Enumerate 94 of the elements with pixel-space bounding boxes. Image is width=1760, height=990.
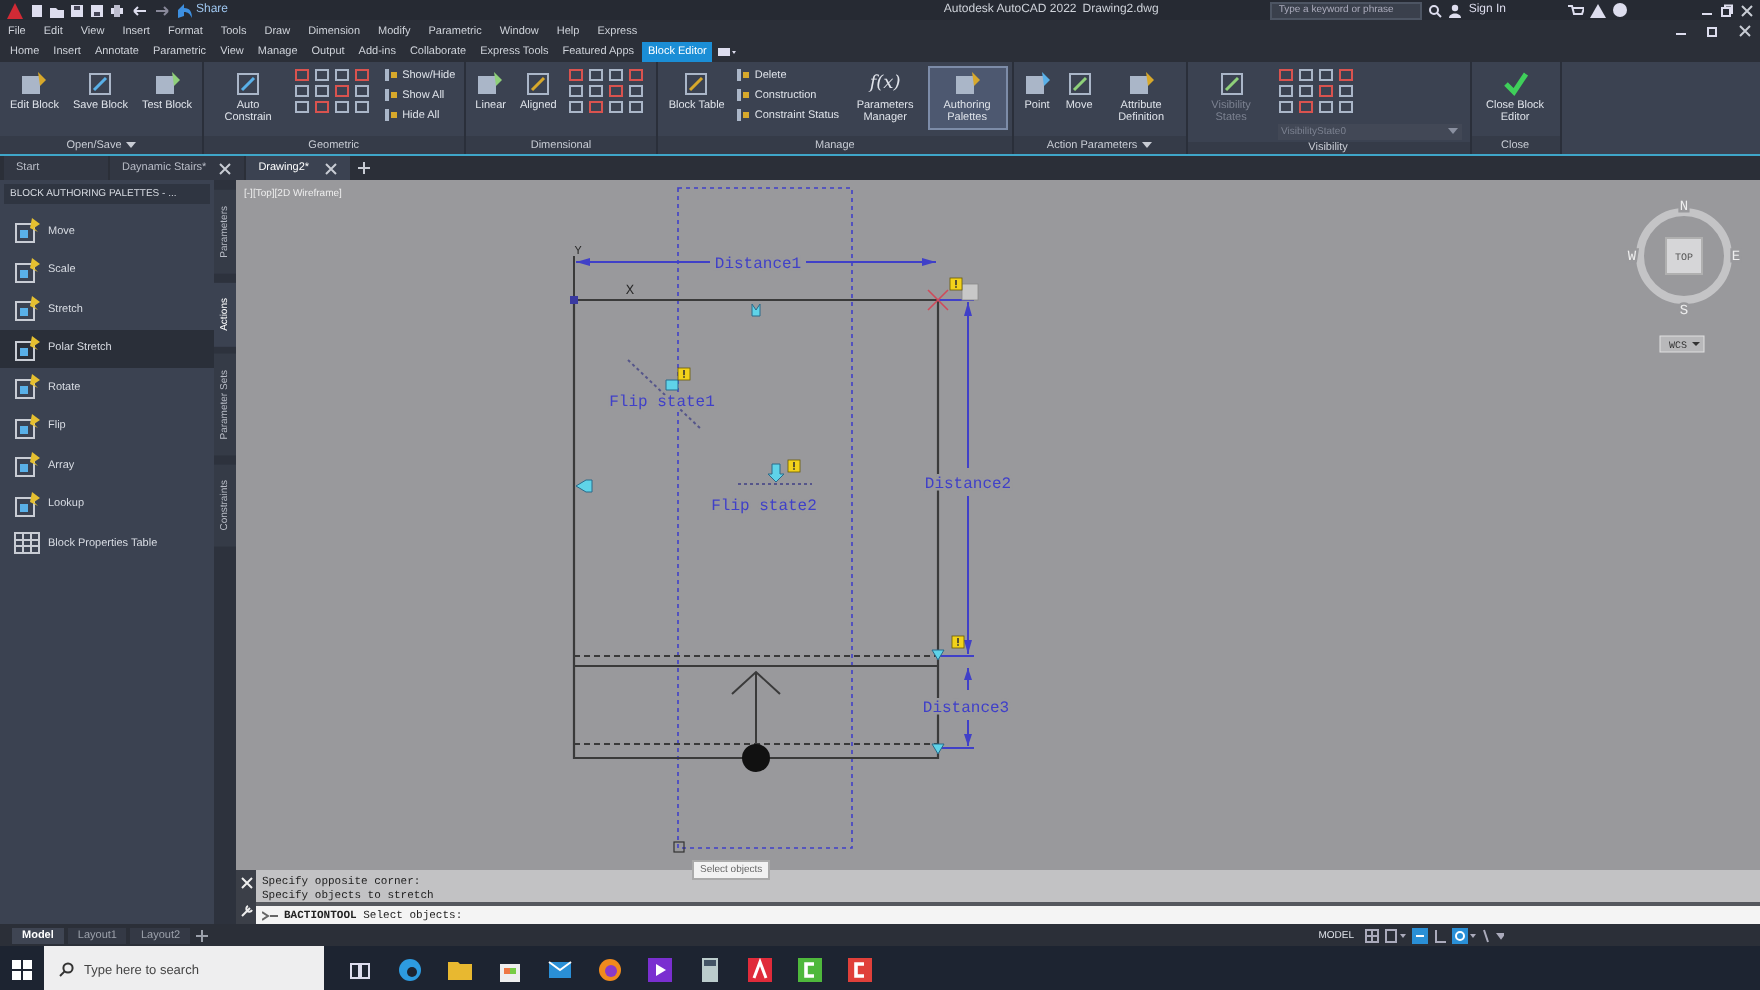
isodraft-icon[interactable]	[1480, 927, 1504, 943]
folder-icon[interactable]	[447, 958, 471, 982]
dot-icon[interactable]	[742, 744, 770, 772]
action-icon	[14, 257, 40, 284]
function-icon: f(x)	[869, 70, 901, 98]
alert-icon	[787, 459, 801, 473]
undo-icon[interactable]	[130, 3, 148, 17]
caret-icon[interactable]	[1141, 141, 1152, 149]
close-icon[interactable]	[324, 161, 339, 175]
plus-icon[interactable]	[194, 927, 211, 943]
flip-grip-icon[interactable]	[767, 463, 785, 483]
restore-icon[interactable]	[1720, 3, 1734, 17]
bolt-square-icon	[86, 70, 115, 98]
check-icon	[1501, 70, 1530, 98]
print-icon[interactable]	[110, 3, 124, 17]
grip-icon[interactable]	[931, 649, 945, 661]
block-icon	[1127, 70, 1156, 98]
cursor-icon[interactable]	[1412, 927, 1428, 943]
redo-icon[interactable]	[154, 3, 172, 17]
new-file-icon[interactable]	[30, 3, 44, 17]
alert-icon	[677, 367, 691, 381]
flip-grip-icon[interactable]	[665, 379, 679, 391]
close-icon[interactable]	[218, 161, 233, 175]
small-tool-icon	[736, 68, 751, 82]
tool-icons-drawing[interactable]	[568, 68, 649, 118]
small-tool-icon	[384, 68, 399, 82]
action-icon	[14, 491, 40, 518]
close-icon[interactable]	[1738, 24, 1752, 38]
block-icon	[234, 70, 263, 98]
flip-label: Flip state1	[609, 394, 715, 412]
restore-icon[interactable]	[1706, 24, 1720, 38]
mail-icon[interactable]	[547, 958, 571, 982]
windows-logo-icon[interactable]	[12, 960, 32, 980]
small-tool-icon	[384, 88, 399, 102]
tool-icons-drawing[interactable]	[294, 68, 375, 118]
block-icon	[1217, 70, 1246, 98]
caret-icon	[1447, 128, 1458, 136]
snap-icon[interactable]	[1384, 927, 1408, 943]
table-icon	[14, 530, 40, 557]
triangle-tile-icon[interactable]	[747, 958, 771, 982]
grip-icon[interactable]	[931, 743, 945, 755]
action-icon	[14, 452, 40, 479]
close-icon[interactable]	[1740, 3, 1754, 17]
bracket-tile-icon[interactable]	[797, 958, 821, 982]
cart-icon[interactable]	[1568, 3, 1584, 17]
alert-icon	[949, 277, 963, 291]
prompt-icon	[262, 909, 278, 921]
block-icon	[476, 70, 505, 98]
caret-icon[interactable]	[125, 141, 136, 149]
grid-icon[interactable]	[1364, 927, 1380, 943]
action-icon	[14, 335, 40, 362]
tool-icons-drawing[interactable]	[1277, 68, 1358, 118]
share-icon	[178, 3, 192, 17]
wrench-icon[interactable]	[239, 903, 253, 918]
small-tool-icon	[736, 88, 751, 102]
dimension-label: Distance1	[714, 256, 802, 274]
task-view-icon[interactable]	[350, 961, 370, 979]
bolt-square-icon	[524, 70, 553, 98]
search-icon	[58, 962, 74, 978]
polar-icon[interactable]	[1452, 927, 1476, 943]
grip-icon[interactable]	[575, 479, 593, 493]
action-icon	[14, 413, 40, 440]
grip-icon[interactable]	[961, 283, 979, 301]
axis-line	[573, 255, 575, 301]
help-icon[interactable]	[1612, 2, 1628, 18]
play-tile-icon[interactable]	[647, 958, 671, 982]
grip-icon[interactable]	[673, 841, 685, 853]
small-tool-icon	[736, 108, 751, 122]
grip-icon[interactable]	[751, 303, 761, 317]
save-icon[interactable]	[70, 3, 84, 17]
action-icon	[14, 218, 40, 245]
block-icon	[682, 70, 711, 98]
caret-icon[interactable]	[1692, 342, 1700, 346]
triangle-icon[interactable]	[1590, 3, 1606, 17]
action-icon	[14, 374, 40, 401]
block-icon	[1023, 70, 1052, 98]
bolt-square-icon	[1065, 70, 1094, 98]
alert-icon	[951, 635, 965, 649]
block-icon	[20, 70, 49, 98]
save-as-icon[interactable]	[90, 3, 104, 17]
action-icon	[14, 296, 40, 323]
bolt-square-icon	[953, 70, 982, 98]
block-icon	[153, 70, 182, 98]
user-icon[interactable]	[1448, 3, 1463, 17]
flip-label: Flip state2	[711, 498, 817, 516]
flip-line	[737, 483, 813, 485]
calculator-icon[interactable]	[697, 958, 721, 982]
ortho-icon[interactable]	[1432, 927, 1448, 943]
small-tool-icon	[384, 108, 399, 122]
cross-marker-icon[interactable]	[927, 289, 949, 311]
ucs-menu[interactable]	[1659, 335, 1705, 353]
bracket-tile-icon[interactable]	[847, 958, 871, 982]
search-icon[interactable]	[1428, 3, 1443, 17]
panel-toggle-icon[interactable]	[714, 42, 739, 62]
